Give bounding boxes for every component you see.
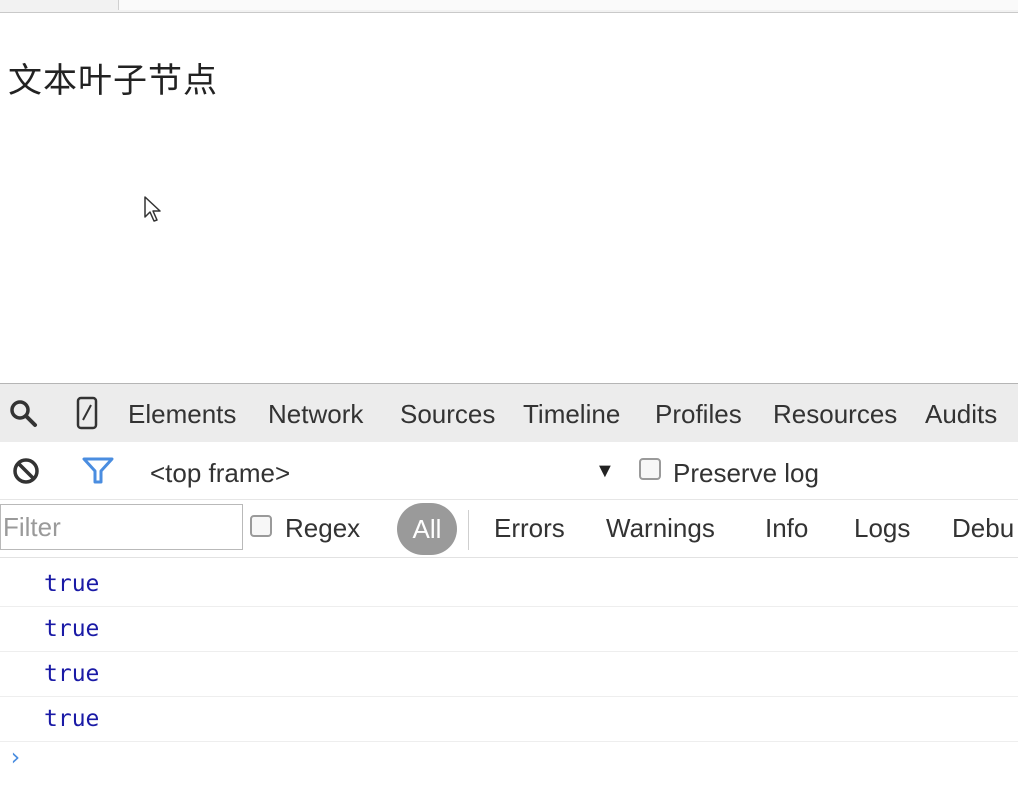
preserve-log-label: Preserve log <box>673 458 819 488</box>
level-all-button[interactable]: All <box>397 503 457 555</box>
browser-chrome-strip <box>0 0 1018 13</box>
console-message: true <box>0 652 1018 697</box>
level-info-button[interactable]: Info <box>765 513 808 544</box>
preserve-log-checkbox[interactable] <box>639 458 661 480</box>
tab-network[interactable]: Network <box>268 399 363 430</box>
level-debug-button[interactable]: Debu <box>952 513 1014 544</box>
console-filter-bar: Regex All Errors Warnings Info Logs Debu <box>0 500 1018 558</box>
clear-console-icon[interactable] <box>8 454 44 488</box>
mouse-cursor-icon <box>144 196 161 222</box>
log-value: true <box>44 661 100 687</box>
tab-sources[interactable]: Sources <box>400 399 495 430</box>
console-message: true <box>0 562 1018 607</box>
console-toolbar: <top frame> ▼ Preserve log <box>0 442 1018 500</box>
tab-elements[interactable]: Elements <box>128 399 236 430</box>
search-icon[interactable] <box>5 396 41 430</box>
devtools-panel: Elements Network Sources Timeline Profil… <box>0 383 1018 802</box>
filter-input[interactable] <box>0 504 243 550</box>
console-message: true <box>0 697 1018 742</box>
log-value: true <box>44 616 100 642</box>
tab-profiles[interactable]: Profiles <box>655 399 742 430</box>
filter-icon[interactable] <box>80 454 116 488</box>
tab-resources[interactable]: Resources <box>773 399 897 430</box>
address-bar-edge <box>118 0 1018 10</box>
console-prompt[interactable]: › <box>8 743 22 771</box>
regex-label: Regex <box>285 513 361 543</box>
page-text: 文本叶子节点 <box>8 61 218 101</box>
level-separator <box>468 510 469 550</box>
tab-timeline[interactable]: Timeline <box>523 399 620 430</box>
devtools-tabbar: Elements Network Sources Timeline Profil… <box>0 383 1018 443</box>
log-value: true <box>44 706 100 732</box>
dropdown-arrow-icon[interactable]: ▼ <box>595 460 615 483</box>
tab-audits[interactable]: Audits <box>925 399 997 430</box>
regex-checkbox[interactable] <box>250 515 272 537</box>
frame-selector[interactable]: <top frame> <box>150 458 290 489</box>
device-mode-icon[interactable] <box>69 396 105 430</box>
log-value: true <box>44 571 100 597</box>
level-logs-button[interactable]: Logs <box>854 513 910 544</box>
console-message: true <box>0 607 1018 652</box>
level-warnings-button[interactable]: Warnings <box>606 513 715 544</box>
level-errors-button[interactable]: Errors <box>494 513 565 544</box>
